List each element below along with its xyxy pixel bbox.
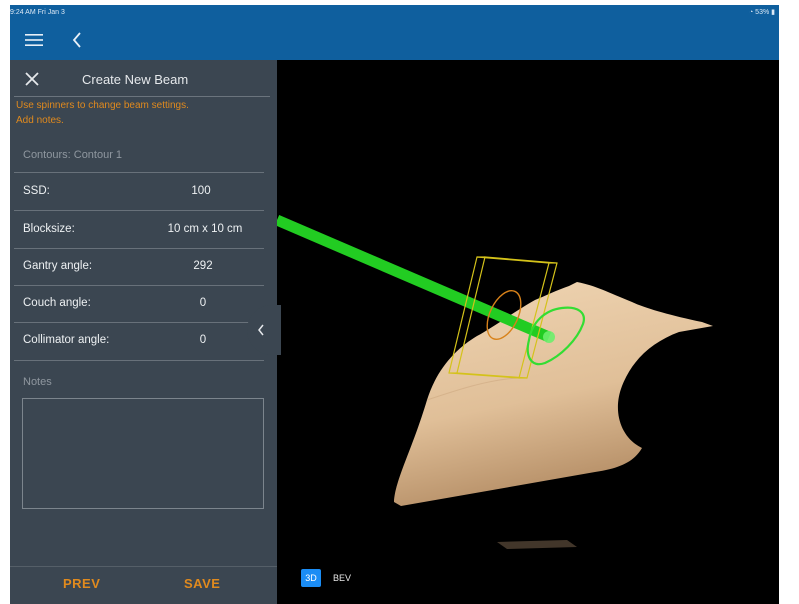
gantry-angle-label: Gantry angle: <box>23 260 93 272</box>
ssd-label: SSD: <box>23 185 50 197</box>
beam-line <box>274 214 552 343</box>
collimator-angle-spinner[interactable]: 0 <box>148 334 258 346</box>
close-icon[interactable] <box>24 71 40 87</box>
instructions-line-1: Use spinners to change beam settings. <box>16 100 189 111</box>
chevron-left-icon <box>258 324 264 336</box>
divider <box>14 210 264 211</box>
collimator-angle-label: Collimator angle: <box>23 334 110 346</box>
app-window: 9:24 AM Fri Jan 3 ◔ 53% ▮ Create New Bea… <box>10 5 779 604</box>
divider <box>14 322 264 323</box>
couch-angle-label: Couch angle: <box>23 297 91 309</box>
hamburger-icon[interactable] <box>25 33 43 47</box>
divider <box>10 566 277 567</box>
notes-label: Notes <box>23 376 52 388</box>
divider <box>14 360 264 361</box>
patient-surface <box>394 282 713 506</box>
divider <box>14 96 270 97</box>
status-bar: 9:24 AM Fri Jan 3 ◔ 53% ▮ <box>10 5 779 21</box>
battery-percent: 53% <box>755 9 770 16</box>
prev-button[interactable]: PREV <box>63 576 100 591</box>
chevron-left-icon[interactable] <box>71 31 83 49</box>
notes-textarea[interactable] <box>22 398 264 509</box>
blocksize-label: Blocksize: <box>23 223 75 235</box>
divider <box>14 248 264 249</box>
beam-entry-point <box>543 331 555 343</box>
ssd-spinner[interactable]: 100 <box>146 185 256 197</box>
divider <box>14 172 264 173</box>
instructions-text: Use spinners to change beam settings. Ad… <box>16 98 266 128</box>
status-time: 9:24 AM Fri Jan 3 <box>10 9 65 16</box>
couch-angle-spinner[interactable]: 0 <box>148 297 258 309</box>
view-3d-button[interactable]: 3D <box>301 569 321 587</box>
view-bev-button[interactable]: BEV <box>333 569 351 587</box>
divider <box>14 285 264 286</box>
status-right: ◔ 53% ▮ <box>749 5 775 21</box>
gantry-angle-spinner[interactable]: 292 <box>148 260 258 272</box>
blocksize-spinner[interactable]: 10 cm x 10 cm <box>150 223 260 235</box>
wifi-icon: ◔ <box>748 9 754 16</box>
beam-scene <box>274 214 713 549</box>
battery-icon: ▮ <box>771 9 775 16</box>
panel-title: Create New Beam <box>82 72 189 87</box>
3d-viewport[interactable]: 3D BEV <box>247 60 779 604</box>
create-beam-panel: Create New Beam Use spinners to change b… <box>10 60 277 604</box>
panel-header: Create New Beam <box>10 60 277 96</box>
instructions-line-2: Add notes. <box>16 115 64 126</box>
contours-label: Contours: Contour 1 <box>23 149 123 161</box>
save-button[interactable]: SAVE <box>184 576 220 591</box>
navigation-bar <box>10 21 779 60</box>
